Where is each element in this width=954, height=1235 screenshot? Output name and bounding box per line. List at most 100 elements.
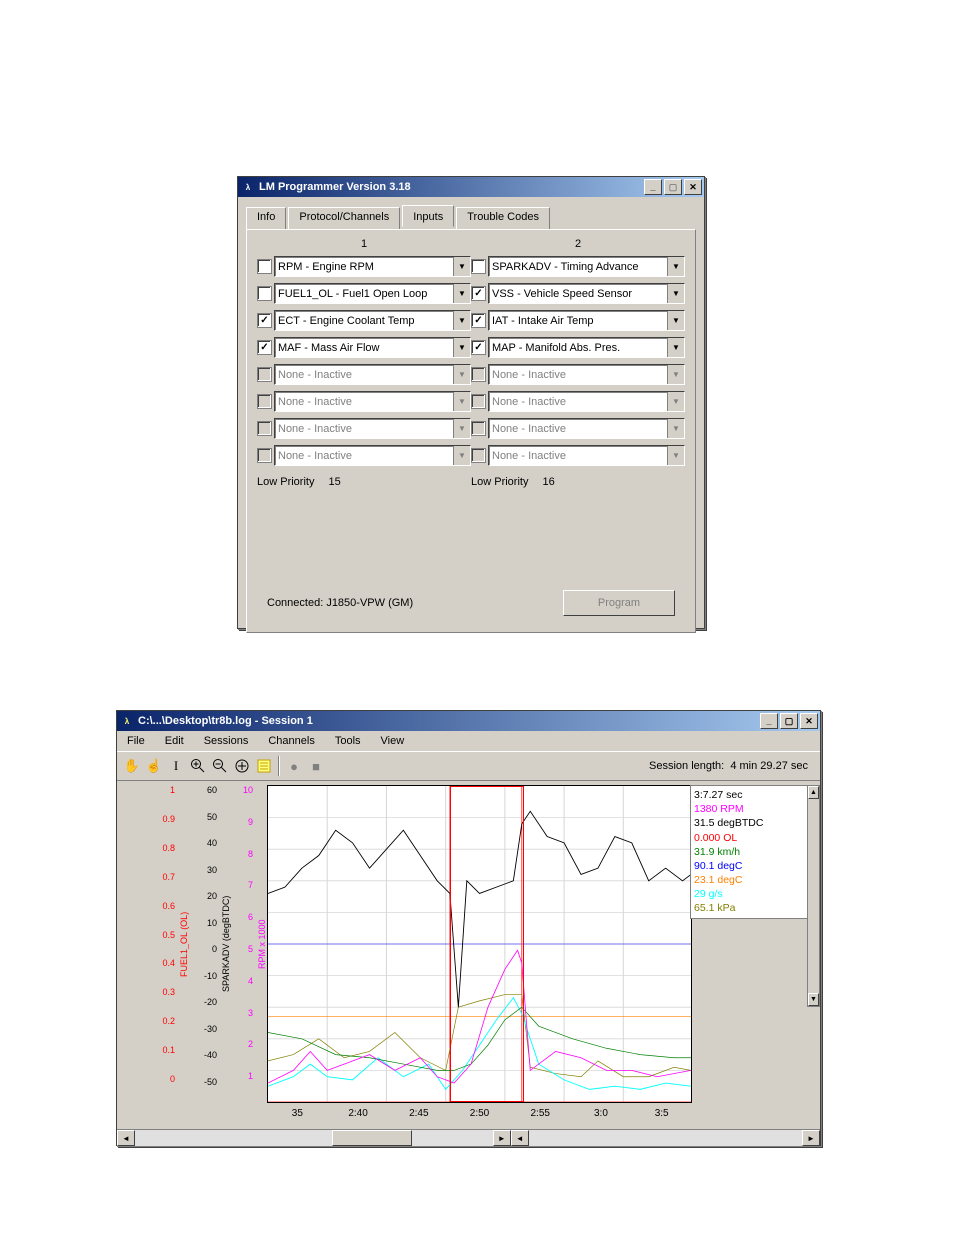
col1-row2-checkbox[interactable] — [257, 313, 272, 328]
menu-sessions[interactable]: Sessions — [196, 733, 257, 749]
zoom-in-icon[interactable] — [187, 755, 209, 777]
hsb1-right[interactable]: ► — [493, 1130, 511, 1146]
input-row: ECT - Engine Coolant Temp▼ IAT - Intake A… — [257, 310, 685, 331]
stop-icon[interactable]: ■ — [305, 755, 327, 777]
y-tick: 40 — [197, 838, 219, 865]
col2-row3-checkbox[interactable] — [471, 340, 486, 355]
hsb2-left[interactable]: ◄ — [511, 1130, 529, 1146]
y-axis-fuel1ol-ticks: 00.10.20.30.40.50.60.70.80.91 — [155, 785, 177, 1103]
hsb2-right[interactable]: ► — [802, 1130, 820, 1146]
menu-file[interactable]: File — [119, 733, 153, 749]
y-tick: 0.8 — [155, 843, 177, 872]
minimize-button[interactable]: _ — [644, 179, 662, 195]
chevron-down-icon: ▼ — [453, 392, 470, 411]
text-cursor-icon[interactable]: I — [165, 755, 187, 777]
col1-row6-combo-value: None - Inactive — [275, 423, 453, 435]
zoom-fit-icon[interactable] — [231, 755, 253, 777]
tab-trouble-codes[interactable]: Trouble Codes — [456, 207, 550, 229]
scroll-down-icon[interactable]: ▼ — [808, 993, 819, 1006]
legend-scrollbar[interactable]: ▲ ▼ — [807, 785, 820, 1007]
program-button[interactable]: Program — [563, 590, 675, 616]
legend-item: 90.1 degC — [694, 859, 804, 873]
tab-info[interactable]: Info — [246, 207, 286, 229]
titlebar[interactable]: λ LM Programmer Version 3.18 _ ▢ ✕ — [238, 177, 704, 197]
col2-row5-checkbox — [471, 394, 486, 409]
col2-row3-combo[interactable]: MAP - Manifold Abs. Pres.▼ — [488, 337, 685, 358]
y-tick: 50 — [197, 812, 219, 839]
close-button[interactable]: ✕ — [800, 713, 818, 729]
hsb2-track[interactable] — [529, 1130, 802, 1146]
chevron-down-icon[interactable]: ▼ — [667, 338, 684, 357]
col2-row4-combo-value: None - Inactive — [489, 369, 667, 381]
col1-row0-combo[interactable]: RPM - Engine RPM▼ — [274, 256, 471, 277]
chevron-down-icon[interactable]: ▼ — [453, 284, 470, 303]
chevron-down-icon[interactable]: ▼ — [667, 311, 684, 330]
col2-row0-combo-value: SPARKADV - Timing Advance — [489, 261, 667, 273]
tab-inputs[interactable]: Inputs — [402, 205, 454, 227]
menu-channels[interactable]: Channels — [260, 733, 322, 749]
menu-bar: File Edit Sessions Channels Tools View — [117, 731, 820, 751]
chevron-down-icon: ▼ — [453, 365, 470, 384]
y-tick: 8 — [237, 849, 255, 881]
chevron-down-icon[interactable]: ▼ — [667, 284, 684, 303]
low-priority-1-value: 15 — [328, 476, 340, 488]
col1-row4-combo: None - Inactive▼ — [274, 364, 471, 385]
menu-tools[interactable]: Tools — [327, 733, 369, 749]
record-icon[interactable]: ● — [283, 755, 305, 777]
col1-row0-checkbox[interactable] — [257, 259, 272, 274]
chevron-down-icon[interactable]: ▼ — [667, 257, 684, 276]
toolbar-separator — [278, 756, 280, 776]
menu-view[interactable]: View — [373, 733, 413, 749]
close-button[interactable]: ✕ — [684, 179, 702, 195]
y-tick: 0 — [155, 1074, 177, 1103]
y-tick: 5 — [237, 944, 255, 976]
input-row: RPM - Engine RPM▼ SPARKADV - Timing Advan… — [257, 256, 685, 277]
tab-protocol-channels[interactable]: Protocol/Channels — [288, 207, 400, 229]
chevron-down-icon[interactable]: ▼ — [453, 257, 470, 276]
hsb1-left[interactable]: ◄ — [117, 1130, 135, 1146]
x-tick: 3:5 — [631, 1108, 692, 1119]
menu-edit[interactable]: Edit — [157, 733, 192, 749]
y-axis-sparkadv-label: SPARKADV (degBTDC) — [219, 785, 233, 1103]
chevron-down-icon[interactable]: ▼ — [453, 311, 470, 330]
hsb1-track[interactable] — [135, 1130, 493, 1146]
col1-row1-checkbox[interactable] — [257, 286, 272, 301]
col2-row0-combo[interactable]: SPARKADV - Timing Advance▼ — [488, 256, 685, 277]
col2-row2-checkbox[interactable] — [471, 313, 486, 328]
tab-bar: Info Protocol/Channels Inputs Trouble Co… — [246, 207, 696, 229]
chevron-down-icon[interactable]: ▼ — [453, 338, 470, 357]
maximize-button[interactable]: ▢ — [664, 179, 682, 195]
col1-row2-combo[interactable]: ECT - Engine Coolant Temp▼ — [274, 310, 471, 331]
y-axis-rpm-ticks: 12345678910 — [237, 785, 255, 1103]
y-tick: -20 — [197, 997, 219, 1024]
col2-row1-combo[interactable]: VSS - Vehicle Speed Sensor▼ — [488, 283, 685, 304]
pointer-tool-icon[interactable]: ☝ — [143, 755, 165, 777]
y-tick: 0.3 — [155, 987, 177, 1016]
col1-row3-combo[interactable]: MAF - Mass Air Flow▼ — [274, 337, 471, 358]
col1-row1-combo-value: FUEL1_OL - Fuel1 Open Loop — [275, 288, 453, 300]
minimize-button[interactable]: _ — [760, 713, 778, 729]
col1-row1-combo[interactable]: FUEL1_OL - Fuel1 Open Loop▼ — [274, 283, 471, 304]
plot-canvas[interactable] — [267, 785, 692, 1103]
plot-area: RPM x 1000 12345678910 SPARKADV (degBTDC… — [117, 781, 820, 1129]
col2-row2-combo[interactable]: IAT - Intake Air Temp▼ — [488, 310, 685, 331]
y-tick: 1 — [155, 785, 177, 814]
y-tick: 0.5 — [155, 930, 177, 959]
hand-tool-icon[interactable]: ✋ — [121, 755, 143, 777]
zoom-out-icon[interactable] — [209, 755, 231, 777]
col2-row1-checkbox[interactable] — [471, 286, 486, 301]
maximize-button[interactable]: ▢ — [780, 713, 798, 729]
y-tick: 0.7 — [155, 872, 177, 901]
selection-rectangle[interactable] — [450, 786, 524, 1102]
col1-row3-checkbox[interactable] — [257, 340, 272, 355]
titlebar[interactable]: λ C:\...\Desktop\tr8b.log - Session 1 _ … — [117, 711, 820, 731]
col2-row0-checkbox[interactable] — [471, 259, 486, 274]
x-axis-ticks: 352:402:452:502:553:03:5 — [267, 1108, 692, 1119]
input-row: MAF - Mass Air Flow▼ MAP - Manifold Abs. … — [257, 337, 685, 358]
col2-row5-combo: None - Inactive▼ — [488, 391, 685, 412]
col1-row4-combo-value: None - Inactive — [275, 369, 453, 381]
scroll-up-icon[interactable]: ▲ — [808, 786, 819, 799]
hsb1-thumb[interactable] — [332, 1130, 413, 1146]
app-icon: λ — [240, 179, 256, 195]
notes-icon[interactable] — [253, 755, 275, 777]
